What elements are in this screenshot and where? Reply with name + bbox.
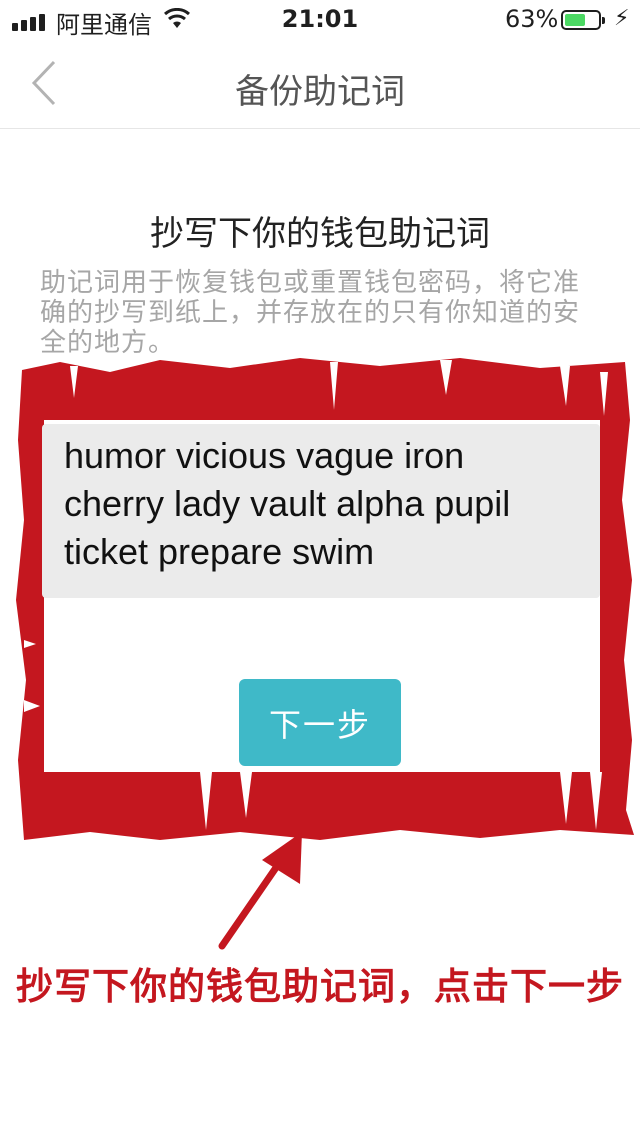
mnemonic-phrase-box: humor vicious vague iron cherry lady vau… <box>42 424 600 598</box>
mnemonic-phrase: humor vicious vague iron cherry lady vau… <box>64 432 584 576</box>
status-bar: 阿里通信 21:01 63% ⚡ <box>0 0 640 40</box>
next-step-button[interactable]: 下一步 <box>239 679 401 766</box>
mnemonic-line: ticket prepare swim <box>64 531 375 572</box>
battery-icon <box>561 10 605 30</box>
page-title: 备份助记词 <box>235 72 405 112</box>
battery-percent: 63% <box>505 5 559 33</box>
annotation-caption: 抄写下你的钱包助记词，点击下一步 <box>16 965 624 1008</box>
mnemonic-line: humor vicious vague iron <box>64 435 465 476</box>
battery-fill <box>565 14 585 26</box>
section-heading: 抄写下你的钱包助记词 <box>150 214 490 254</box>
mnemonic-line: cherry lady vault alpha pupil <box>64 483 511 524</box>
charging-icon: ⚡ <box>614 6 630 31</box>
navigation-bar: 备份助记词 <box>0 40 640 129</box>
instruction-text: 助记词用于恢复钱包或重置钱包密码，将它准确的抄写到纸上，并存放在的只有你知道的安… <box>40 268 581 358</box>
